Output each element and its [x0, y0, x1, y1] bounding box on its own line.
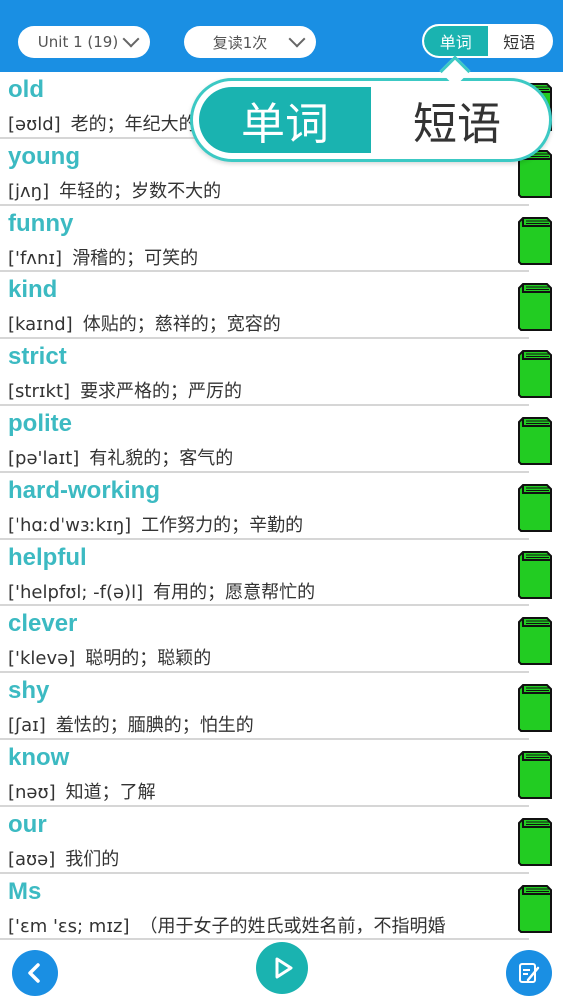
word-text: Ms [8, 877, 42, 905]
phonetic: ['ɛm 'ɛs; mɪz] [8, 915, 130, 937]
word-definition: [pə'laɪt] 有礼貌的；客气的 [8, 444, 508, 470]
unit-select-label: Unit 1 (19) [37, 33, 119, 51]
word-row[interactable]: our [aʊə] 我们的 [0, 807, 552, 874]
phonetic: [ˈhɑːdˈwɜːkɪŋ] [8, 514, 132, 536]
book-icon[interactable] [517, 683, 553, 733]
popup-tab-words[interactable]: 单词 [199, 87, 371, 153]
word-row[interactable]: polite [pə'laɪt] 有礼貌的；客气的 [0, 406, 552, 473]
meaning: 聪明的；聪颖的 [85, 648, 212, 670]
word-definition: [jʌŋ] 年轻的；岁数不大的 [8, 177, 508, 203]
auto-play-button[interactable] [256, 942, 308, 994]
phonetic: [aʊə] [8, 848, 56, 870]
word-text: polite [8, 409, 72, 437]
word-row[interactable]: strict [strɪkt] 要求严格的；严厉的 [0, 339, 552, 406]
meaning: 老的；年纪大的 [70, 114, 197, 135]
meaning: 工作努力的；辛勤的 [141, 514, 304, 536]
word-text: old [8, 76, 44, 103]
meaning: （用于女子的姓氏或姓名前，不指明婚 [139, 915, 446, 937]
meaning: 羞怯的；腼腆的；怕生的 [55, 715, 254, 737]
phonetic: [əʊld] [8, 114, 61, 135]
word-list: old [əʊld] 老的；年纪大的 young [jʌŋ] 年轻的；岁数不大的 funny… [0, 72, 563, 941]
toggle-zoom-popup: 单词 短语 [190, 78, 552, 162]
book-icon[interactable] [517, 550, 553, 600]
chevron-down-icon [288, 33, 306, 51]
meaning: 要求严格的；严厉的 [80, 381, 243, 403]
back-button[interactable] [12, 950, 58, 996]
phonetic: [ʃaɪ] [8, 715, 46, 737]
repeat-mode-label: 复读1次 [212, 33, 268, 52]
phonetic: [nəʊ] [8, 781, 56, 803]
word-definition: ['fʌnɪ] 滑稽的；可笑的 [8, 244, 508, 270]
word-row[interactable]: funny ['fʌnɪ] 滑稽的；可笑的 [0, 206, 552, 273]
word-row[interactable]: know [nəʊ] 知道；了解 [0, 740, 552, 807]
phonetic: [pə'laɪt] [8, 447, 80, 469]
chevron-down-icon [122, 33, 140, 51]
word-row[interactable]: kind [kaɪnd] 体贴的；慈祥的；宽容的 [0, 272, 552, 340]
meaning: 知道；了解 [65, 781, 156, 803]
edit-note-icon [519, 963, 540, 983]
meaning: 滑稽的；可笑的 [72, 247, 199, 269]
edit-button[interactable] [506, 950, 552, 996]
phonetic: [strɪkt] [8, 381, 71, 403]
word-row[interactable]: hard-working [ˈhɑːdˈwɜːkɪŋ] 工作努力的；辛勤的 [0, 473, 552, 540]
word-definition: ['ɛm 'ɛs; mɪz] （用于女子的姓氏或姓名前，不指明婚 [8, 912, 508, 938]
word-row[interactable]: helpful ['helpfʊl; -f(ə)l] 有用的；愿意帮忙的 [0, 540, 552, 607]
book-icon[interactable] [517, 282, 553, 332]
word-definition: [kaɪnd] 体贴的；慈祥的；宽容的 [8, 310, 508, 336]
word-definition: ['helpfʊl; -f(ə)l] 有用的；愿意帮忙的 [8, 578, 508, 604]
popup-tab-phrases[interactable]: 短语 [371, 87, 543, 153]
book-icon[interactable] [517, 416, 553, 466]
meaning: 年轻的；岁数不大的 [59, 180, 222, 202]
book-icon[interactable] [517, 216, 553, 266]
word-row[interactable]: shy [ʃaɪ] 羞怯的；腼腆的；怕生的 [0, 673, 552, 740]
play-icon [275, 957, 293, 979]
tab-phrases[interactable]: 短语 [488, 26, 552, 56]
meaning: 体贴的；慈祥的；宽容的 [82, 314, 281, 336]
phonetic: ['klevə] [8, 648, 76, 670]
word-text: shy [8, 677, 50, 705]
meaning: 有用的；愿意帮忙的 [153, 581, 316, 603]
word-text: funny [8, 209, 74, 237]
word-text: know [8, 743, 70, 771]
word-text: hard-working [8, 476, 161, 504]
phonetic: [jʌŋ] [8, 180, 50, 202]
word-text: helpful [8, 543, 87, 571]
book-icon[interactable] [517, 817, 553, 867]
word-text: our [8, 810, 47, 838]
phonetic: ['helpfʊl; -f(ə)l] [8, 581, 144, 603]
word-definition: [nəʊ] 知道；了解 [8, 778, 508, 804]
book-icon[interactable] [517, 884, 553, 934]
word-text: clever [8, 610, 78, 638]
book-icon[interactable] [517, 616, 553, 666]
word-definition: [ˈhɑːdˈwɜːkɪŋ] 工作努力的；辛勤的 [8, 511, 508, 537]
tab-words[interactable]: 单词 [424, 26, 488, 56]
back-arrow-icon [28, 963, 40, 983]
meaning: 有礼貌的；客气的 [89, 447, 234, 469]
word-row[interactable]: clever ['klevə] 聪明的；聪颖的 [0, 606, 552, 674]
word-text: young [8, 142, 80, 170]
phonetic: [kaɪnd] [8, 314, 73, 336]
repeat-mode-select[interactable]: 复读1次 [184, 26, 316, 58]
phonetic: ['fʌnɪ] [8, 247, 63, 269]
word-definition: [strɪkt] 要求严格的；严厉的 [8, 377, 508, 403]
book-icon[interactable] [517, 349, 553, 399]
word-definition: [ʃaɪ] 羞怯的；腼腆的；怕生的 [8, 711, 508, 737]
unit-select[interactable]: Unit 1 (19) [18, 26, 150, 58]
book-icon[interactable] [517, 483, 553, 533]
word-phrase-toggle: 单词 短语 [422, 24, 553, 58]
word-text: kind [8, 276, 58, 304]
word-definition: [aʊə] 我们的 [8, 845, 508, 871]
meaning: 我们的 [65, 848, 120, 870]
word-text: strict [8, 343, 67, 371]
word-definition: ['klevə] 聪明的；聪颖的 [8, 644, 508, 670]
book-icon[interactable] [517, 750, 553, 800]
word-row[interactable]: Ms ['ɛm 'ɛs; mɪz] （用于女子的姓氏或姓名前，不指明婚 [0, 874, 552, 941]
